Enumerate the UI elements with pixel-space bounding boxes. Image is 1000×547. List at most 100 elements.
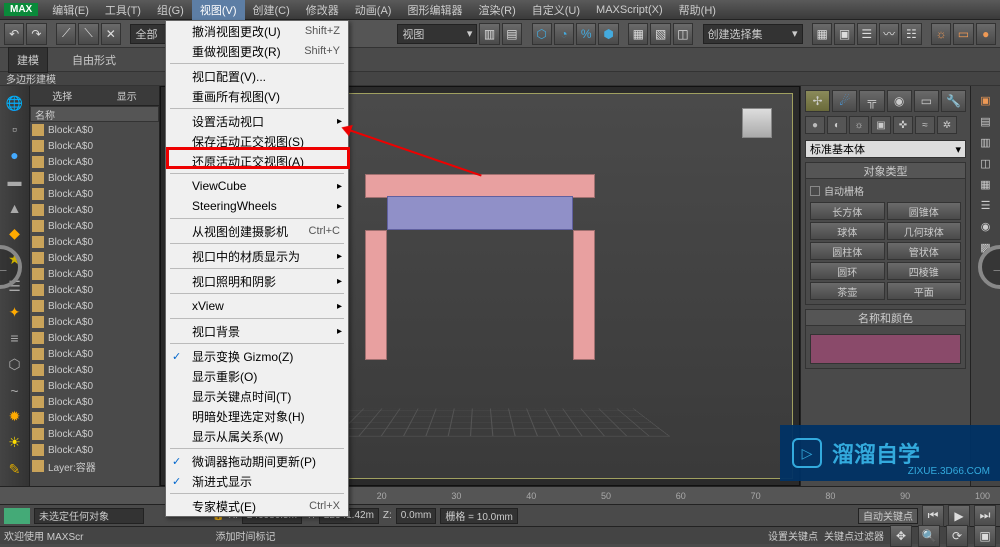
scene-row[interactable]: Block:A$0 [30, 186, 159, 202]
viewcube[interactable] [736, 102, 780, 146]
mirror-button[interactable]: ▥ [479, 23, 499, 45]
menu-item-视口中的材质显示为[interactable]: 视口中的材质显示为 [166, 246, 348, 266]
menu-item-明暗处理选定对象(H)[interactable]: 明暗处理选定对象(H) [166, 406, 348, 426]
menu-item-撤消视图更改(U)[interactable]: 撤消视图更改(U)Shift+Z [166, 21, 348, 41]
scene-row[interactable]: Block:A$0 [30, 362, 159, 378]
scene-row[interactable]: Block:A$0 [30, 218, 159, 234]
render-setup-button[interactable]: ☼ [931, 23, 951, 45]
sys-icon[interactable]: ⬡ [4, 355, 26, 373]
material-editor-button[interactable]: ▦ [812, 23, 832, 45]
sub-helper-icon[interactable]: ✜ [893, 116, 913, 134]
space-icon[interactable]: ≡ [4, 329, 26, 347]
menu-item-视口配置(V)...[interactable]: 视口配置(V)... [166, 66, 348, 86]
r-icon-7[interactable]: ◉ [981, 220, 991, 233]
menu-item-视口背景[interactable]: 视口背景 [166, 321, 348, 341]
timeline[interactable]: 0 / 100 0102030405060708090100 [0, 486, 1000, 504]
scene-row[interactable]: Block:A$0 [30, 122, 159, 138]
menu-item-微调器拖动期间更新(P)[interactable]: ✓微调器拖动期间更新(P) [166, 451, 348, 471]
r-icon-2[interactable]: ▤ [980, 115, 990, 128]
cmd-tab-util[interactable]: 🔧 [941, 90, 966, 112]
create-长方体[interactable]: 长方体 [810, 202, 885, 220]
menu-item-显示重影(O)[interactable]: 显示重影(O) [166, 366, 348, 386]
render-frame-button[interactable]: ▭ [953, 23, 973, 45]
mirror2-button[interactable]: ▧ [650, 23, 670, 45]
menu-item-保存活动正交视图(S)[interactable]: 保存活动正交视图(S) [166, 131, 348, 151]
align-button[interactable]: ▤ [502, 23, 522, 45]
scene-row[interactable]: Block:A$0 [30, 170, 159, 186]
scene-row[interactable]: Block:A$0 [30, 154, 159, 170]
scene-row[interactable]: Block:A$0 [30, 330, 159, 346]
create-球体[interactable]: 球体 [810, 222, 885, 240]
menu-edit[interactable]: 编辑(E) [44, 0, 97, 20]
menu-item-重画所有视图(V)[interactable]: 重画所有视图(V) [166, 86, 348, 106]
menu-item-显示从属关系(W)[interactable]: 显示从属关系(W) [166, 426, 348, 446]
menu-anim[interactable]: 动画(A) [347, 0, 400, 20]
snap-spinner[interactable]: ⬢ [598, 23, 618, 45]
menu-modifiers[interactable]: 修改器 [298, 0, 347, 20]
sub-sys-icon[interactable]: ✲ [937, 116, 957, 134]
coord-z[interactable]: 0.0mm [396, 508, 437, 524]
sub-camera-icon[interactable]: ▣ [871, 116, 891, 134]
cmd-tab-modify[interactable]: ☄ [832, 90, 857, 112]
rollout-object-type[interactable]: 对象类型 [806, 163, 965, 179]
snap-angle[interactable]: ◔ [554, 23, 574, 45]
sun-icon[interactable]: ☀ [4, 434, 26, 452]
nav-max-icon[interactable]: ▣ [974, 525, 996, 547]
scene-tab-display[interactable]: 显示 [117, 88, 137, 103]
menu-item-SteeringWheels[interactable]: SteeringWheels [166, 196, 348, 216]
create-圆锥体[interactable]: 圆锥体 [887, 202, 962, 220]
undo-button[interactable]: ↶ [4, 23, 24, 45]
brush-icon[interactable]: ✎ [4, 460, 26, 478]
named-sel-button[interactable]: ▦ [628, 23, 648, 45]
create-平面[interactable]: 平面 [887, 282, 962, 300]
unlink-button[interactable]: ⟍ [78, 23, 98, 45]
scene-row[interactable]: Block:A$0 [30, 410, 159, 426]
play-next-button[interactable]: ⏭ [974, 505, 996, 527]
sub-light-icon[interactable]: ☼ [849, 116, 869, 134]
r-icon-1[interactable]: ▣ [980, 94, 990, 107]
curve-editor-button[interactable]: 〰 [879, 23, 899, 45]
r-icon-4[interactable]: ◫ [980, 157, 990, 170]
autogrid-checkbox[interactable]: 自动栅格 [810, 183, 961, 198]
r-icon-3[interactable]: ▥ [980, 136, 990, 149]
bind-button[interactable]: ✕ [101, 23, 121, 45]
menu-view[interactable]: 视图(V) [192, 0, 245, 20]
nav-zoom-icon[interactable]: 🔍 [918, 525, 940, 547]
create-管状体[interactable]: 管状体 [887, 242, 962, 260]
scene-row[interactable]: Block:A$0 [30, 378, 159, 394]
cmd-tab-display[interactable]: ▭ [914, 90, 939, 112]
helper-icon[interactable]: ✦ [4, 303, 26, 321]
time-tag-label[interactable]: 添加时间标记 [215, 528, 275, 543]
r-icon-6[interactable]: ☰ [981, 199, 991, 212]
nav-orbit-icon[interactable]: ⟳ [946, 525, 968, 547]
scene-row[interactable]: Block:A$0 [30, 298, 159, 314]
menu-item-ViewCube[interactable]: ViewCube [166, 176, 348, 196]
scene-row[interactable]: Block:A$0 [30, 266, 159, 282]
reset-xform-button[interactable]: ◫ [673, 23, 693, 45]
menu-custom[interactable]: 自定义(U) [524, 0, 588, 20]
menu-render[interactable]: 渲染(R) [470, 0, 523, 20]
menu-group[interactable]: 组(G) [149, 0, 192, 20]
cmd-tab-motion[interactable]: ◉ [887, 90, 912, 112]
autokey-button[interactable]: 自动关键点 [858, 508, 918, 524]
cmd-tab-hier[interactable]: ╦ [859, 90, 884, 112]
scene-row[interactable]: Layer:容器 [30, 458, 159, 474]
keyfilter-button[interactable]: 关键点过滤器 [824, 528, 884, 543]
link-button[interactable]: ⟋ [56, 23, 76, 45]
scene-row[interactable]: Block:A$0 [30, 234, 159, 250]
scene-row[interactable]: Block:A$0 [30, 314, 159, 330]
sub-shape-icon[interactable]: ◐ [827, 116, 847, 134]
play-button[interactable]: ▶ [948, 505, 970, 527]
scene-row[interactable]: Block:A$0 [30, 138, 159, 154]
scene-tab-select[interactable]: 选择 [52, 88, 72, 103]
geom-category-dropdown[interactable]: 标准基本体▾ [805, 140, 966, 158]
anim-icon[interactable]: ~ [4, 382, 26, 400]
box-icon[interactable]: ▫ [4, 120, 26, 138]
menu-create[interactable]: 创建(C) [245, 0, 298, 20]
sphere-icon[interactable]: ● [4, 146, 26, 164]
ribbon-tab-freeform[interactable]: 自由形式 [64, 48, 124, 72]
snap-percent[interactable]: % [576, 23, 596, 45]
setkey-button[interactable]: 设置关键点 [768, 528, 818, 543]
menu-item-重做视图更改(R)[interactable]: 重做视图更改(R)Shift+Y [166, 41, 348, 61]
globe-icon[interactable]: 🌐 [4, 94, 26, 112]
